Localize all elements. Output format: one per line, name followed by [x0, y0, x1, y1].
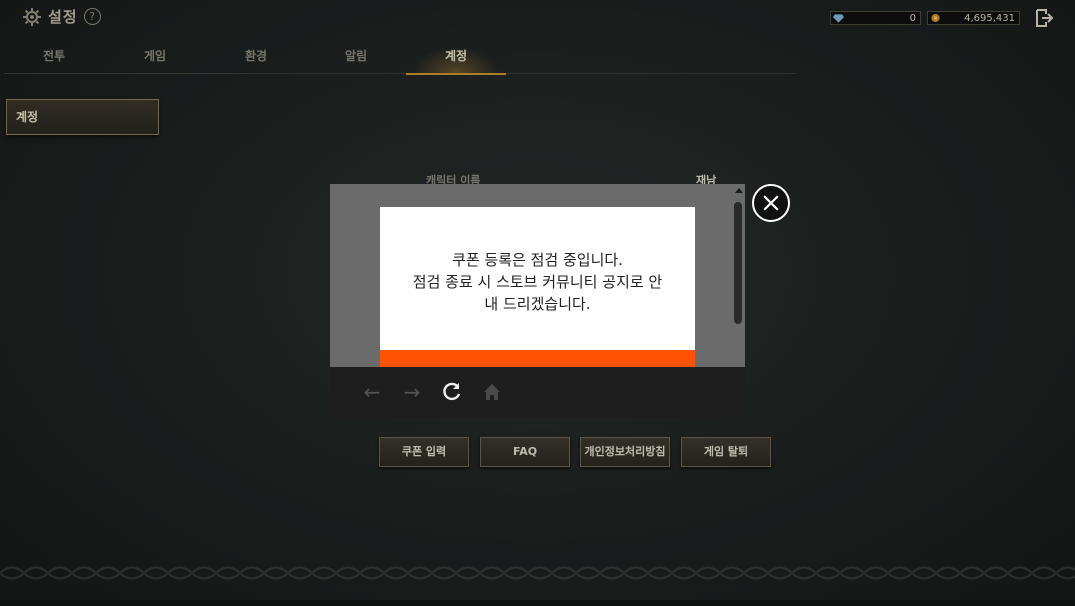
webview-scrollbar[interactable]: [731, 184, 745, 367]
webview-viewport: 쿠폰 등록은 점검 중입니다. 점검 종료 시 스토브 커뮤니티 공지로 안 내…: [330, 184, 745, 367]
scroll-up-arrow[interactable]: [735, 188, 743, 193]
notice-line-3: 내 드리겠습니다.: [484, 295, 591, 313]
refresh-icon[interactable]: [439, 379, 465, 405]
forward-arrow-icon[interactable]: →: [399, 379, 425, 405]
webview-popup: 쿠폰 등록은 점검 중입니다. 점검 종료 시 스토브 커뮤니티 공지로 안 내…: [330, 184, 745, 418]
scroll-thumb[interactable]: [734, 202, 742, 324]
notice-line-2: 점검 종료 시 스토브 커뮤니티 공지로 안: [412, 273, 663, 291]
webview-navbar: ← →: [330, 367, 745, 418]
notice-accent-bar: [380, 350, 695, 367]
back-arrow-icon[interactable]: ←: [359, 379, 385, 405]
notice-message: 쿠폰 등록은 점검 중입니다. 점검 종료 시 스토브 커뮤니티 공지로 안 내…: [390, 249, 685, 315]
notice-card: 쿠폰 등록은 점검 중입니다. 점검 종료 시 스토브 커뮤니티 공지로 안 내…: [380, 207, 695, 367]
notice-line-1: 쿠폰 등록은 점검 중입니다.: [452, 251, 623, 269]
close-icon[interactable]: [752, 184, 790, 222]
home-icon[interactable]: [479, 379, 505, 405]
